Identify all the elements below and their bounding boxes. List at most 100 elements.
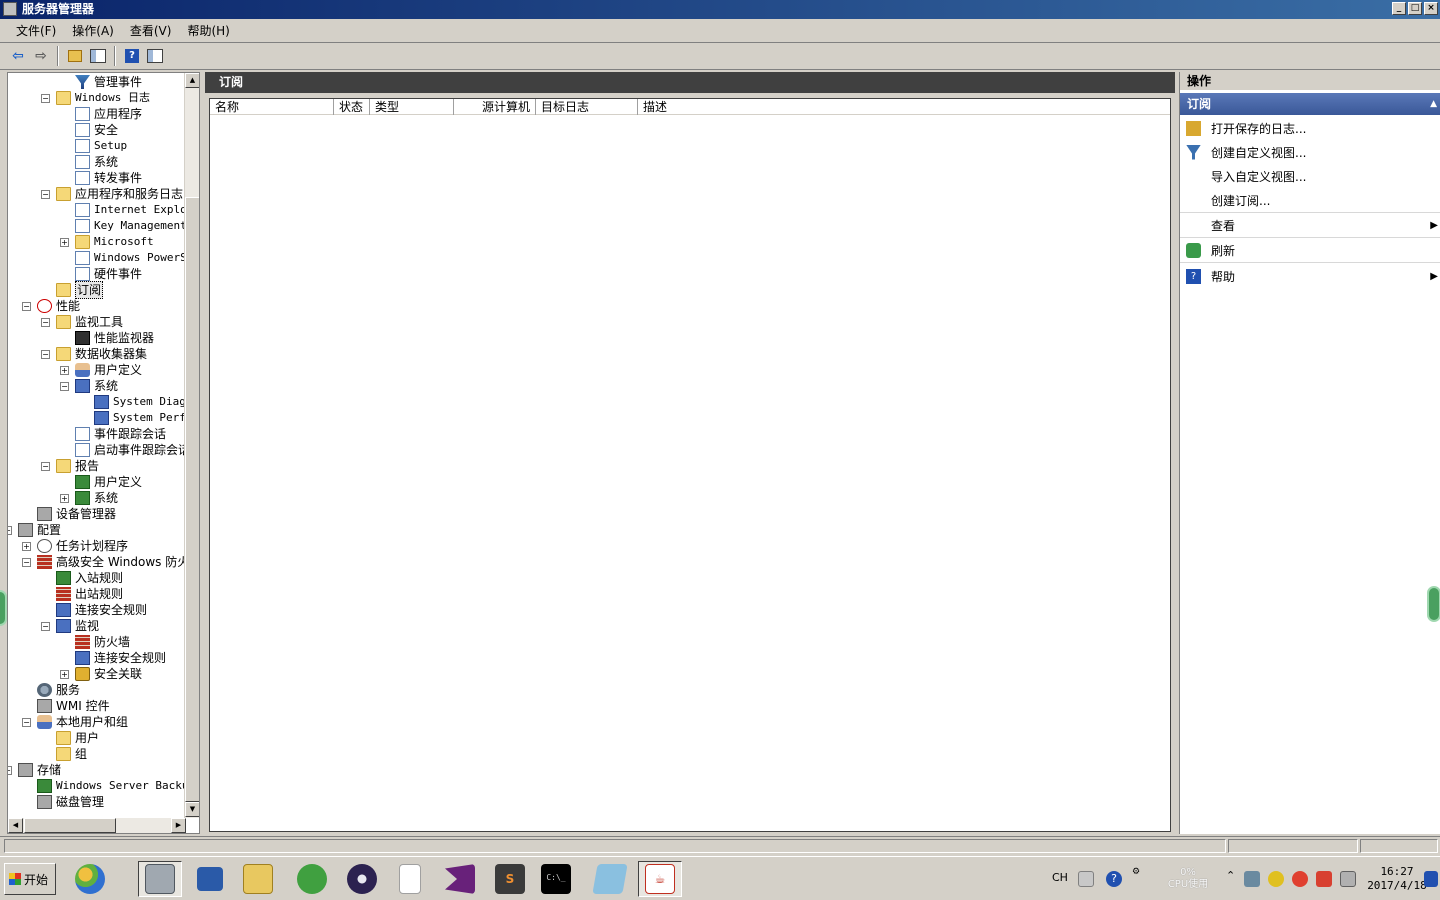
tree-item[interactable]: 入站规则 (41, 570, 123, 586)
tree-item[interactable]: − 配置 (8, 522, 61, 538)
taskbar-document[interactable] (388, 861, 432, 897)
tree-item[interactable]: 组 (41, 746, 87, 762)
tree-item[interactable]: 用户定义 (60, 474, 142, 490)
tree-item[interactable]: Windows PowerSl (60, 250, 186, 266)
right-edge-gadget[interactable] (1427, 586, 1440, 622)
back-button[interactable]: ⇦ (8, 46, 28, 66)
action-center-icon[interactable] (1340, 871, 1356, 887)
collapse-icon[interactable]: − (22, 301, 31, 311)
tree-item[interactable]: − 报告 (41, 458, 99, 474)
collapse-up-icon[interactable]: ▲ (1430, 93, 1437, 115)
tree-item[interactable]: − 性能 (22, 298, 80, 314)
show-hide-action-pane-button[interactable] (145, 46, 165, 66)
system-clock[interactable]: 16:27 2017/4/18 (1362, 865, 1432, 893)
action-item[interactable]: 创建自定义视图... (1180, 140, 1440, 164)
action-item[interactable]: 创建订阅... (1180, 189, 1440, 213)
taskbar-visual-studio[interactable] (438, 861, 482, 897)
tree-item[interactable]: 应用程序 (60, 106, 142, 122)
taskbar-server-manager[interactable] (138, 861, 182, 897)
tree-item[interactable]: 事件跟踪会话 (60, 426, 166, 442)
forward-button[interactable]: ⇨ (31, 46, 51, 66)
column-type[interactable]: 类型 (370, 99, 454, 115)
taskbar-sublime[interactable]: S (488, 861, 532, 897)
taskbar-notepad[interactable] (588, 861, 632, 897)
tray-options-icon[interactable]: ⚙ (1132, 867, 1140, 877)
collapse-icon[interactable]: − (41, 189, 50, 199)
tree-horizontal-scrollbar[interactable]: ◀ ▶ (8, 818, 186, 833)
tree-item[interactable]: − 本地用户和组 (22, 714, 128, 730)
collapse-icon[interactable]: − (41, 621, 50, 631)
collapse-icon[interactable]: − (41, 349, 50, 359)
action-item[interactable]: 导入自定义视图... (1180, 164, 1440, 188)
tree-item[interactable]: 连接安全规则 (41, 602, 147, 618)
tree-item[interactable]: WMI 控件 (22, 698, 110, 714)
tree-item[interactable]: Windows Server Backup (22, 778, 186, 794)
taskbar-eclipse[interactable] (340, 861, 384, 897)
tree-item[interactable]: − 高级安全 Windows 防火 (22, 554, 186, 570)
maximize-button[interactable]: □ (1408, 2, 1422, 15)
expand-icon[interactable]: + (60, 237, 69, 247)
close-button[interactable]: × (1424, 2, 1438, 15)
tree-item[interactable]: − 存储 (8, 762, 61, 778)
expand-icon[interactable]: + (60, 669, 69, 679)
action-item[interactable]: 刷新 (1180, 239, 1440, 263)
tree-item[interactable]: − 监视工具 (41, 314, 123, 330)
left-edge-gadget[interactable] (0, 590, 7, 626)
tree-item[interactable]: + 用户定义 (60, 362, 142, 378)
menu-action[interactable]: 操作(A) (64, 22, 122, 39)
expand-icon[interactable]: + (60, 365, 69, 375)
column-destination-log[interactable]: 目标日志 (536, 99, 638, 115)
taskbar-java[interactable]: ☕ (638, 861, 682, 897)
help-icon[interactable]: ? (1106, 871, 1122, 887)
tree-item[interactable]: 连接安全规则 (60, 650, 166, 666)
column-source-computer[interactable]: 源计算机 (454, 99, 536, 115)
language-indicator[interactable]: CH (1052, 871, 1068, 884)
expand-icon[interactable]: + (22, 541, 31, 551)
collapse-icon[interactable]: − (22, 717, 31, 727)
tree-vertical-scrollbar[interactable]: ▲ ▼ (184, 73, 199, 818)
minimize-button[interactable]: _ (1392, 2, 1406, 15)
network-error-icon[interactable] (1316, 871, 1332, 887)
menu-help[interactable]: 帮助(H) (179, 22, 237, 39)
collapse-icon[interactable]: − (41, 317, 50, 327)
up-level-button[interactable] (65, 46, 85, 66)
tree-item[interactable]: Key Management (60, 218, 186, 234)
taskbar-explorer[interactable] (236, 861, 280, 897)
action-item[interactable]: 打开保存的日志... (1180, 116, 1440, 140)
quick-launch-app[interactable] (68, 861, 112, 897)
tree-item[interactable]: 防火墙 (60, 634, 130, 650)
tree-item[interactable]: 管理事件 (60, 74, 142, 90)
actions-section-header[interactable]: 订阅 ▲ (1180, 93, 1440, 115)
tree-item[interactable]: 硬件事件 (60, 266, 142, 282)
scroll-right-icon[interactable]: ▶ (171, 818, 186, 833)
tree-item[interactable]: − 应用程序和服务日志 (41, 186, 183, 202)
expand-icon[interactable]: + (60, 493, 69, 503)
tree-item[interactable]: 启动事件跟踪会话 (60, 442, 186, 458)
volume-muted-icon[interactable] (1292, 871, 1308, 887)
scroll-thumb[interactable] (185, 197, 199, 802)
tree-item[interactable]: + 任务计划程序 (22, 538, 128, 554)
collapse-icon[interactable]: − (8, 525, 12, 535)
tree-item[interactable]: − 系统 (60, 378, 118, 394)
tree-item[interactable]: 出站规则 (41, 586, 123, 602)
tree-item[interactable]: 订阅 (41, 281, 104, 299)
tree-item[interactable]: + Microsoft (60, 234, 154, 250)
show-desktop-icon[interactable] (1424, 871, 1438, 887)
column-name[interactable]: 名称 (210, 99, 334, 115)
start-button[interactable]: 开始 (4, 863, 56, 895)
column-description[interactable]: 描述 (638, 99, 1170, 115)
collapse-icon[interactable]: − (22, 557, 31, 567)
tree-item[interactable]: 安全 (60, 122, 118, 138)
scroll-up-icon[interactable]: ▲ (185, 73, 199, 88)
show-hide-tree-button[interactable] (88, 46, 108, 66)
column-status[interactable]: 状态 (334, 99, 370, 115)
tree-item[interactable]: − Windows 日志 (41, 90, 150, 106)
tree-item[interactable]: − 数据收集器集 (41, 346, 147, 362)
tree-item[interactable]: − 监视 (41, 618, 99, 634)
scroll-left-icon[interactable]: ◀ (8, 818, 23, 833)
tree-item[interactable]: Internet Explor (60, 202, 186, 218)
collapse-icon[interactable]: − (8, 765, 12, 775)
subscription-list[interactable]: 名称 状态 类型 源计算机 目标日志 描述 (209, 98, 1171, 832)
security-shield-icon[interactable] (1268, 871, 1284, 887)
taskbar-powershell[interactable] (188, 861, 232, 897)
